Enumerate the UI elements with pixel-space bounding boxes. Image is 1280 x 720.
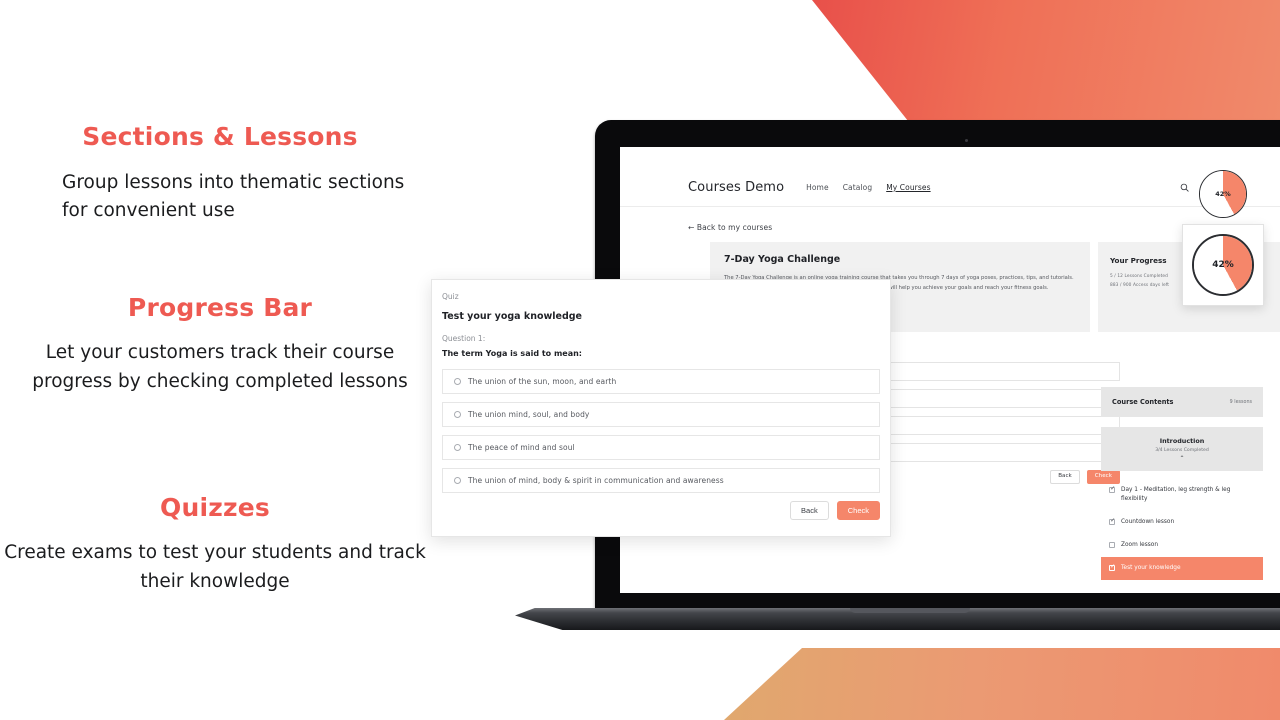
lesson-item[interactable]: Countdown lesson: [1101, 511, 1263, 534]
course-contents-title: Course Contents: [1112, 398, 1174, 406]
quiz-option-label: The peace of mind and soul: [468, 443, 575, 452]
nav-link-my-courses[interactable]: My Courses: [886, 183, 930, 192]
nav-link-catalog[interactable]: Catalog: [843, 183, 873, 192]
lesson-label: Zoom lesson: [1121, 541, 1158, 548]
back-button[interactable]: Back: [790, 501, 829, 520]
decorative-shape-bottom-right: [724, 648, 1280, 720]
section-title: Introduction: [1159, 436, 1205, 445]
lesson-checkbox[interactable]: [1109, 518, 1115, 525]
feature-body: Group lessons into thematic sections for…: [62, 172, 405, 221]
feature-title: Progress Bar: [127, 293, 313, 322]
feature-body: Let your customers track their course pr…: [32, 342, 408, 392]
progress-donut-callout: 42%: [1182, 224, 1264, 306]
quiz-option-1[interactable]: The union of the sun, moon, and earth: [442, 369, 880, 394]
quiz-title: Test your yoga knowledge: [442, 311, 583, 322]
site-brand[interactable]: Courses Demo: [688, 180, 784, 195]
back-to-my-courses-link[interactable]: ← Back to my courses: [688, 223, 772, 232]
nav-links: Home Catalog My Courses: [806, 183, 930, 192]
decorative-shape-top-right: [812, 0, 1280, 126]
radio-icon[interactable]: [454, 378, 461, 385]
chevron-up-icon[interactable]: ⌃: [1179, 455, 1184, 462]
quiz-question-text: The term Yoga is said to mean:: [442, 349, 583, 358]
webcam-icon: [965, 139, 968, 142]
quiz-option-label: The union mind, soul, and body: [468, 410, 590, 419]
course-contents-header: Course Contents 9 lessons: [1101, 387, 1263, 417]
quiz-option-2[interactable]: The union mind, soul, and body: [442, 402, 880, 427]
progress-donut-small: 42%: [1199, 170, 1247, 218]
feature-title: Sections & Lessons: [82, 122, 358, 151]
progress-donut-large: 42%: [1192, 234, 1254, 296]
quiz-option-4[interactable]: The union of mind, body & spirit in comm…: [442, 468, 880, 493]
feature-block-sections-lessons: Sections & Lessons Group lessons into th…: [10, 122, 430, 225]
feature-title: Quizzes: [160, 493, 270, 522]
feature-body: Create exams to test your students and t…: [4, 542, 426, 592]
donut-percent-label: 42%: [1212, 260, 1234, 270]
lesson-list: Day 1 - Meditation, leg strength & leg f…: [1101, 479, 1263, 580]
laptop-hinge-notch: [850, 608, 970, 613]
quiz-question-number: Question 1:: [442, 334, 486, 343]
quiz-option-label: The union of the sun, moon, and earth: [468, 377, 617, 386]
site-navbar: Courses Demo Home Catalog My Courses: [620, 169, 1280, 207]
lesson-label: Day 1 - Meditation, leg strength & leg f…: [1121, 487, 1231, 502]
lesson-checkbox[interactable]: [1109, 486, 1115, 493]
quiz-kicker: Quiz: [442, 292, 459, 301]
lesson-item-active[interactable]: Test your knowledge: [1101, 556, 1263, 580]
quiz-option-3[interactable]: The peace of mind and soul: [442, 435, 880, 460]
lesson-item[interactable]: Zoom lesson: [1101, 534, 1263, 557]
nav-link-home[interactable]: Home: [806, 183, 829, 192]
course-contents-count: 9 lessons: [1229, 399, 1252, 405]
quiz-modal: Quiz Test your yoga knowledge Question 1…: [431, 279, 891, 537]
check-button[interactable]: Check: [836, 501, 880, 520]
radio-icon[interactable]: [454, 477, 461, 484]
donut-percent-label: 42%: [1215, 190, 1231, 198]
feature-block-progress-bar: Progress Bar Let your customers track th…: [10, 293, 430, 396]
lesson-label: Test your knowledge: [1121, 564, 1181, 571]
lesson-item[interactable]: Day 1 - Meditation, leg strength & leg f…: [1101, 479, 1263, 511]
quiz-actions: Back Check: [442, 501, 880, 520]
lesson-checkbox[interactable]: [1109, 541, 1115, 548]
bg-back-button[interactable]: Back: [1050, 470, 1080, 484]
course-title: 7-Day Yoga Challenge: [724, 254, 841, 265]
section-introduction[interactable]: Introduction 3/4 Lessons Completed ⌃: [1101, 427, 1263, 471]
feature-block-quizzes: Quizzes Create exams to test your studen…: [0, 493, 430, 596]
radio-icon[interactable]: [454, 411, 461, 418]
lesson-label: Countdown lesson: [1121, 518, 1175, 525]
section-progress: 3/4 Lessons Completed: [1155, 447, 1209, 453]
quiz-option-label: The union of mind, body & spirit in comm…: [468, 476, 724, 485]
slide-canvas: Sections & Lessons Group lessons into th…: [0, 0, 1280, 720]
lesson-checkbox[interactable]: [1109, 564, 1115, 571]
search-icon[interactable]: [1180, 183, 1189, 192]
radio-icon[interactable]: [454, 444, 461, 451]
